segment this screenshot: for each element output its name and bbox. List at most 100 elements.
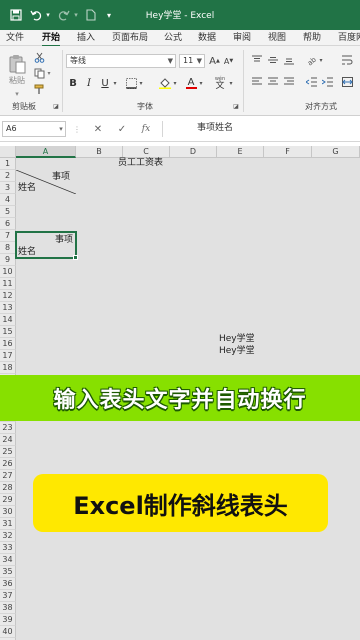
decrease-indent-icon[interactable] (304, 76, 318, 88)
row-header[interactable]: 5 (0, 206, 16, 218)
align-left-icon[interactable] (250, 76, 264, 88)
fill-color-dropdown-icon[interactable]: ▾ (172, 78, 178, 88)
undo-icon[interactable] (28, 7, 44, 23)
row-header[interactable]: 37 (0, 590, 16, 602)
tab-baidu[interactable]: 百度网 (338, 31, 360, 46)
tab-data[interactable]: 数据 (198, 31, 216, 46)
row-header[interactable]: 7 (0, 230, 16, 242)
undo-dropdown-icon[interactable]: ▾ (44, 7, 52, 23)
redo-dropdown-icon[interactable]: ▾ (72, 7, 80, 23)
row-header[interactable]: 3 (0, 182, 16, 194)
grow-font-button[interactable]: A ▲ (208, 54, 221, 68)
redo-icon[interactable] (56, 7, 72, 23)
phonetic-dropdown-icon[interactable]: ▾ (228, 78, 234, 88)
row-header[interactable]: 34 (0, 554, 16, 566)
confirm-icon[interactable]: ✓ (112, 121, 132, 137)
row-header[interactable]: 40 (0, 626, 16, 638)
row-header[interactable]: 10 (0, 266, 16, 278)
font-name-select[interactable]: 等线 ▼ (66, 54, 176, 68)
row-header[interactable]: 38 (0, 602, 16, 614)
row-header[interactable]: 2 (0, 170, 16, 182)
formula-input[interactable]: 事项姓名 (162, 121, 358, 137)
new-file-icon[interactable] (84, 7, 98, 23)
italic-button[interactable]: I (82, 76, 96, 90)
row-header[interactable]: 9 (0, 254, 16, 266)
cell-e14[interactable]: Hey学堂 (219, 346, 255, 356)
row-header[interactable]: 27 (0, 470, 16, 482)
row-header[interactable]: 30 (0, 506, 16, 518)
paste-button[interactable]: 粘贴 (6, 52, 28, 88)
format-painter-icon[interactable] (32, 82, 46, 96)
insert-function-icon[interactable]: fx (136, 121, 156, 137)
row-header[interactable]: 31 (0, 518, 16, 530)
tab-formulas[interactable]: 公式 (164, 31, 182, 46)
row-header[interactable]: 15 (0, 326, 16, 338)
align-center-icon[interactable] (266, 76, 280, 88)
row-header[interactable]: 36 (0, 578, 16, 590)
phonetic-button[interactable]: wén 文 (210, 76, 230, 91)
font-color-button[interactable]: A (184, 76, 198, 90)
row-header[interactable]: 8 (0, 242, 16, 254)
tab-page-layout[interactable]: 页面布局 (112, 31, 148, 46)
orientation-icon[interactable]: ab (304, 54, 318, 66)
save-icon[interactable] (8, 7, 24, 23)
cancel-icon[interactable]: ✕ (88, 121, 108, 137)
tab-home[interactable]: 开始 (42, 31, 61, 47)
tab-review[interactable]: 审阅 (233, 31, 251, 46)
tab-help[interactable]: 帮助 (303, 31, 321, 46)
font-size-select[interactable]: 11 ▼ (179, 54, 205, 68)
increase-indent-icon[interactable] (320, 76, 334, 88)
align-bottom-icon[interactable] (282, 54, 296, 66)
align-top-icon[interactable] (250, 54, 264, 66)
row-header[interactable]: 6 (0, 218, 16, 230)
wrap-text-icon[interactable] (340, 54, 354, 66)
row-header[interactable]: 16 (0, 338, 16, 350)
font-color-dropdown-icon[interactable]: ▾ (198, 78, 204, 88)
tab-view[interactable]: 视图 (268, 31, 286, 46)
tab-insert[interactable]: 插入 (77, 31, 95, 46)
row-header[interactable]: 13 (0, 302, 16, 314)
row-header[interactable]: 4 (0, 194, 16, 206)
cell-e13[interactable]: Hey学堂 (219, 334, 255, 344)
border-button[interactable] (124, 76, 138, 90)
row-header[interactable]: 17 (0, 350, 16, 362)
underline-button[interactable]: U (98, 76, 112, 90)
row-header[interactable]: 35 (0, 566, 16, 578)
row-header[interactable]: 11 (0, 278, 16, 290)
column-header-b[interactable]: B (76, 146, 123, 158)
column-header-f[interactable]: F (264, 146, 312, 158)
row-header[interactable]: 32 (0, 530, 16, 542)
column-header-e[interactable]: E (217, 146, 264, 158)
row-header[interactable]: 28 (0, 482, 16, 494)
row-header[interactable]: 39 (0, 614, 16, 626)
column-header-d[interactable]: D (170, 146, 217, 158)
align-right-icon[interactable] (282, 76, 296, 88)
fill-color-button[interactable] (158, 76, 172, 90)
cell-c1-title[interactable]: 员工工资表 (118, 158, 163, 168)
fill-handle[interactable] (73, 255, 78, 260)
row-header[interactable]: 12 (0, 290, 16, 302)
row-header[interactable]: 24 (0, 434, 16, 446)
cut-icon[interactable] (32, 50, 46, 64)
row-header[interactable]: 18 (0, 362, 16, 374)
column-header-g[interactable]: G (312, 146, 360, 158)
copy-dropdown-icon[interactable]: ▾ (46, 68, 52, 78)
align-middle-icon[interactable] (266, 54, 280, 66)
name-box-dropdown-icon[interactable]: ▾ (56, 121, 66, 137)
bold-button[interactable]: B (66, 76, 80, 90)
shrink-font-button[interactable]: A ▼ (222, 54, 235, 68)
border-dropdown-icon[interactable]: ▾ (138, 78, 144, 88)
row-header[interactable]: 29 (0, 494, 16, 506)
row-header[interactable]: 23 (0, 422, 16, 434)
row-header[interactable]: 33 (0, 542, 16, 554)
column-header-a[interactable]: A (16, 146, 76, 158)
underline-dropdown-icon[interactable]: ▾ (112, 78, 118, 88)
row-header[interactable]: 25 (0, 446, 16, 458)
merge-center-icon[interactable] (340, 76, 354, 88)
select-all-corner[interactable] (0, 146, 16, 158)
clipboard-launcher-icon[interactable]: ◪ (52, 102, 60, 110)
paste-dropdown-icon[interactable]: ▾ (12, 90, 22, 98)
row-header[interactable]: 14 (0, 314, 16, 326)
row-header[interactable]: 1 (0, 158, 16, 170)
row-header[interactable]: 26 (0, 458, 16, 470)
